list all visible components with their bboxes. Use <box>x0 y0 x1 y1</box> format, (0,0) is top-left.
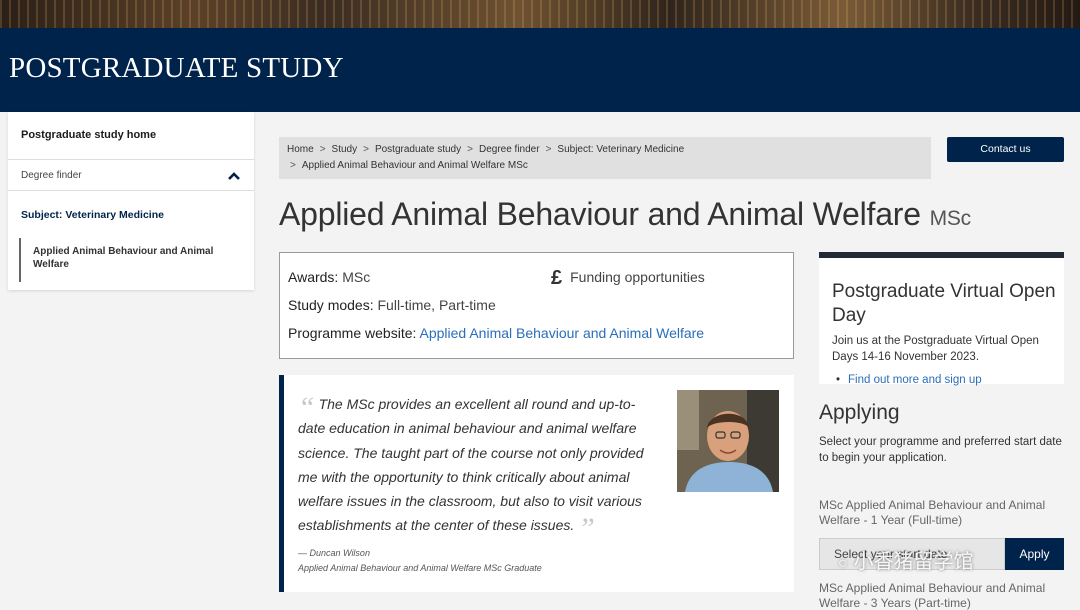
apply-button[interactable]: Apply <box>1005 538 1064 570</box>
programme-facts-box: Awards: MSc £ Funding opportunities Study… <box>279 252 794 359</box>
breadcrumb-separator: > <box>545 144 552 155</box>
breadcrumb-link-postgraduate[interactable]: Postgraduate study <box>375 144 461 155</box>
funding-opportunities-link[interactable]: £ Funding opportunities <box>551 267 705 290</box>
contact-us-button[interactable]: Contact us <box>947 137 1064 162</box>
sidebar-nav: Postgraduate study home Degree finder Su… <box>8 112 254 290</box>
close-quote-icon: ” <box>578 512 595 546</box>
fact-awards: Awards: MSc <box>288 269 370 285</box>
fact-study-modes: Study modes: Full-time, Part-time <box>288 297 496 313</box>
breadcrumb-row-2: > Applied Animal Behaviour and Animal Wel… <box>287 158 923 174</box>
quote-text-block: “ The MSc provides an excellent all roun… <box>298 392 644 544</box>
quote-author-role: Applied Animal Behaviour and Animal Welf… <box>298 563 542 573</box>
fact-value: MSc <box>342 269 371 285</box>
breadcrumb-separator: > <box>363 144 369 155</box>
breadcrumb-link-study[interactable]: Study <box>332 144 358 155</box>
programme-name: Applied Animal Behaviour and Animal Welf… <box>279 196 921 232</box>
graduate-photo <box>677 390 779 492</box>
breadcrumb-separator: > <box>290 160 296 171</box>
site-title: POSTGRADUATE STUDY <box>9 52 344 84</box>
breadcrumb-separator: > <box>319 144 326 155</box>
open-day-text: Join us at the Postgraduate Virtual Open… <box>832 335 1039 363</box>
open-day-signup-link[interactable]: Find out more and sign up <box>836 374 982 386</box>
breadcrumb-link-home[interactable]: Home <box>287 144 314 155</box>
breadcrumb-separator: > <box>467 144 473 155</box>
breadcrumb-row-1: Home > Study > Postgraduate study > Degree fin… <box>287 142 923 158</box>
breadcrumb: Home > Study > Postgraduate study > Degree fin… <box>279 137 931 179</box>
fact-value: Full-time, Part-time <box>377 297 496 313</box>
breadcrumb-link-degree-finder[interactable]: Degree finder <box>479 144 540 155</box>
programme-option-full-time: MSc Applied Animal Behaviour and Animal … <box>819 498 1046 527</box>
breadcrumb-link-subject[interactable]: Subject: Veterinary Medicine <box>557 144 684 155</box>
sidebar-item-subject[interactable]: Subject: Veterinary Medicine <box>21 209 164 221</box>
fact-label: Programme website: <box>288 325 417 341</box>
site-header: POSTGRADUATE STUDY <box>0 28 1080 112</box>
fact-label: Awards: <box>288 269 339 285</box>
testimonial-quote: “ The MSc provides an excellent all roun… <box>279 375 794 592</box>
quote-author: — Duncan Wilson <box>298 548 370 558</box>
watermark-text: 小香猪留学馆 <box>853 551 974 573</box>
page-title: Applied Animal Behaviour and Animal Welf… <box>279 196 971 233</box>
breadcrumb-current: Applied Animal Behaviour and Animal Welf… <box>301 160 528 171</box>
fact-programme-website: Programme website: Applied Animal Behavi… <box>288 325 704 341</box>
fact-label: Study modes: <box>288 297 374 313</box>
wechat-icon: ○ <box>838 555 848 572</box>
open-day-title: Postgraduate Virtual Open Day <box>832 281 1056 326</box>
pound-icon: £ <box>551 267 563 289</box>
sidebar-item-label: Degree finder <box>21 170 82 181</box>
funding-label: Funding opportunities <box>570 269 705 285</box>
sidebar-item-degree-finder[interactable]: Degree finder <box>8 161 254 191</box>
applying-heading: Applying <box>819 401 900 424</box>
award-suffix: MSc <box>929 207 972 230</box>
watermark-overlay: ○ 小香猪留学馆 <box>838 545 974 574</box>
programme-option-part-time: MSc Applied Animal Behaviour and Animal … <box>819 581 1046 610</box>
open-day-card: Postgraduate Virtual Open Day Join us at… <box>819 252 1064 386</box>
applying-text: Select your programme and preferred star… <box>819 436 1062 464</box>
chevron-up-icon[interactable] <box>227 170 241 182</box>
campus-banner-image <box>0 0 1080 28</box>
sidebar-item-current-programme[interactable]: Applied Animal Behaviour and Animal Welf… <box>19 238 229 282</box>
graduate-portrait-icon <box>677 390 779 492</box>
programme-website-link[interactable]: Applied Animal Behaviour and Animal Welf… <box>420 325 705 341</box>
sidebar-item-home[interactable]: Postgraduate study home <box>8 112 254 160</box>
